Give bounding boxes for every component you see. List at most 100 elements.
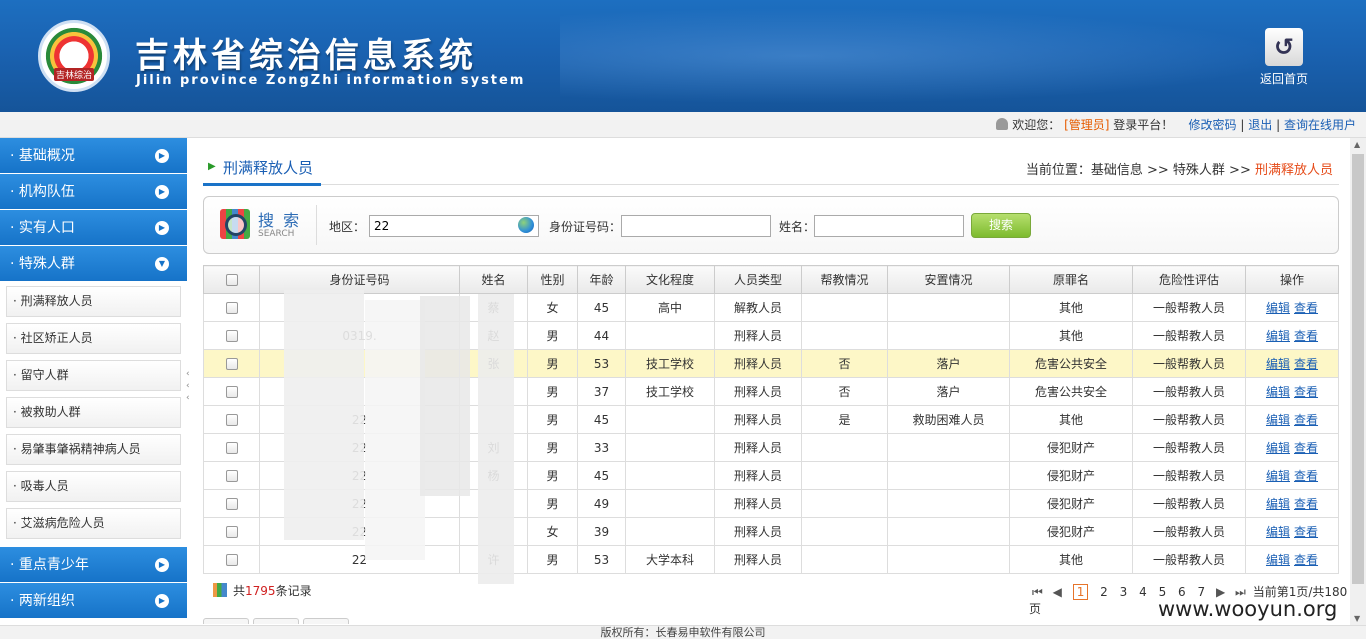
- checkbox[interactable]: [225, 470, 238, 482]
- view-link[interactable]: 查看: [1294, 497, 1318, 511]
- edit-link[interactable]: 编辑: [1266, 497, 1290, 511]
- name-label: 姓名：: [779, 220, 816, 234]
- checkbox[interactable]: [225, 358, 238, 370]
- checkbox[interactable]: [225, 386, 238, 398]
- first-page-icon[interactable]: ⏮: [1032, 585, 1043, 600]
- edit-link[interactable]: 编辑: [1266, 553, 1290, 567]
- view-link[interactable]: 查看: [1294, 301, 1318, 315]
- menu-basic-overview[interactable]: · 基础概况 ▶: [0, 138, 187, 174]
- page-link[interactable]: 3: [1120, 585, 1128, 599]
- row-select-cell[interactable]: [203, 405, 260, 434]
- menu-key-youth[interactable]: · 重点青少年 ▶: [0, 547, 187, 583]
- sidebar-item-left-behind[interactable]: · 留守人群: [6, 360, 181, 391]
- menu-population[interactable]: · 实有人口 ▶: [0, 210, 187, 246]
- scroll-down-icon[interactable]: ▼: [1354, 614, 1360, 623]
- search-button[interactable]: 搜索: [971, 213, 1031, 238]
- edit-link[interactable]: 编辑: [1266, 441, 1290, 455]
- id-number-input[interactable]: [621, 215, 771, 237]
- edit-link[interactable]: 编辑: [1266, 385, 1290, 399]
- checkbox[interactable]: [225, 442, 238, 454]
- view-link[interactable]: 查看: [1294, 385, 1318, 399]
- row-select-cell[interactable]: [203, 433, 260, 462]
- row-select-cell[interactable]: [203, 545, 260, 574]
- vertical-scrollbar[interactable]: ▲ ▼: [1350, 138, 1366, 625]
- bottom-button[interactable]: [253, 618, 299, 624]
- cell-place: 落户: [887, 349, 1010, 378]
- sidebar-item-drug-users[interactable]: · 吸毒人员: [6, 471, 181, 502]
- checkbox[interactable]: [225, 554, 238, 566]
- home-button[interactable]: ↺ 返回首页: [1256, 28, 1312, 87]
- bottom-button[interactable]: [303, 618, 349, 624]
- actions-cell: 编辑 查看: [1245, 405, 1339, 434]
- name-input[interactable]: [814, 215, 964, 237]
- sidebar-collapse-handle[interactable]: ‹ ‹ ‹: [186, 368, 194, 404]
- chevron-right-icon: ▶: [155, 221, 169, 235]
- user-bar: 欢迎您： [管理员] 登录平台！ 修改密码 | 退出 | 查询在线用户: [0, 112, 1366, 138]
- cell-crime: 侵犯财产: [1009, 461, 1133, 490]
- cell-gender: 男: [527, 349, 578, 378]
- row-select-cell[interactable]: [203, 377, 260, 406]
- menu-special-groups[interactable]: · 特殊人群 ▼: [0, 246, 187, 282]
- sidebar-item-aids-risk[interactable]: · 艾滋病危险人员: [6, 508, 181, 539]
- scroll-up-icon[interactable]: ▲: [1354, 140, 1360, 149]
- logout-link[interactable]: 退出: [1248, 118, 1272, 132]
- checkbox[interactable]: [225, 274, 238, 286]
- edit-link[interactable]: 编辑: [1266, 413, 1290, 427]
- view-link[interactable]: 查看: [1294, 413, 1318, 427]
- cell-help: 否: [801, 349, 888, 378]
- edit-link[interactable]: 编辑: [1266, 469, 1290, 483]
- prev-page-icon[interactable]: ◀: [1053, 585, 1062, 599]
- change-password-link[interactable]: 修改密码: [1189, 118, 1237, 132]
- sidebar-item-mental-patients[interactable]: · 易肇事肇祸精神病人员: [6, 434, 181, 465]
- sidebar-item-rescued[interactable]: · 被救助人群: [6, 397, 181, 428]
- column-header: 人员类型: [714, 265, 802, 294]
- checkbox[interactable]: [225, 526, 238, 538]
- redaction-block: [365, 300, 425, 560]
- view-link[interactable]: 查看: [1294, 469, 1318, 483]
- page-link[interactable]: 1: [1072, 584, 1089, 600]
- view-link[interactable]: 查看: [1294, 525, 1318, 539]
- redaction-block: [478, 294, 514, 584]
- view-link[interactable]: 查看: [1294, 441, 1318, 455]
- page-link[interactable]: 2: [1100, 585, 1108, 599]
- row-select-cell[interactable]: [203, 517, 260, 546]
- row-select-cell[interactable]: [203, 293, 260, 322]
- online-users-link[interactable]: 查询在线用户: [1284, 118, 1356, 132]
- view-link[interactable]: 查看: [1294, 329, 1318, 343]
- cell-gender: 男: [527, 377, 578, 406]
- page-link[interactable]: 4: [1139, 585, 1147, 599]
- checkbox[interactable]: [225, 414, 238, 426]
- checkbox[interactable]: [225, 330, 238, 342]
- globe-icon[interactable]: [518, 217, 534, 233]
- menu-organization[interactable]: · 机构队伍 ▶: [0, 174, 187, 210]
- cell-help: [801, 545, 888, 574]
- sidebar-item-community-correction[interactable]: · 社区矫正人员: [6, 323, 181, 354]
- edit-link[interactable]: 编辑: [1266, 357, 1290, 371]
- cell-risk: 一般帮教人员: [1132, 349, 1246, 378]
- sidebar-item-released-prisoners[interactable]: · 刑满释放人员: [6, 286, 181, 317]
- cell-risk: 一般帮教人员: [1132, 377, 1246, 406]
- view-link[interactable]: 查看: [1294, 357, 1318, 371]
- cell-help: 是: [801, 405, 888, 434]
- row-select-cell[interactable]: [203, 489, 260, 518]
- cell-edu: [625, 517, 715, 546]
- region-input[interactable]: [369, 215, 539, 237]
- edit-link[interactable]: 编辑: [1266, 525, 1290, 539]
- checkbox[interactable]: [225, 302, 238, 314]
- view-link[interactable]: 查看: [1294, 553, 1318, 567]
- row-select-cell[interactable]: [203, 321, 260, 350]
- checkbox[interactable]: [225, 498, 238, 510]
- menu-new-organizations[interactable]: · 两新组织 ▶: [0, 583, 187, 619]
- edit-link[interactable]: 编辑: [1266, 329, 1290, 343]
- id-number-label: 身份证号码：: [549, 220, 622, 234]
- row-select-cell[interactable]: [203, 349, 260, 378]
- header-select-all[interactable]: [203, 265, 260, 294]
- scroll-thumb[interactable]: [1352, 154, 1364, 584]
- cell-type: 刑释人员: [714, 405, 802, 434]
- system-subtitle: Jilin province ZongZhi information syste…: [136, 73, 526, 88]
- bottom-button[interactable]: [203, 618, 249, 624]
- edit-link[interactable]: 编辑: [1266, 301, 1290, 315]
- actions-cell: 编辑 查看: [1245, 545, 1339, 574]
- search-badge-title: 搜 索: [258, 211, 302, 230]
- row-select-cell[interactable]: [203, 461, 260, 490]
